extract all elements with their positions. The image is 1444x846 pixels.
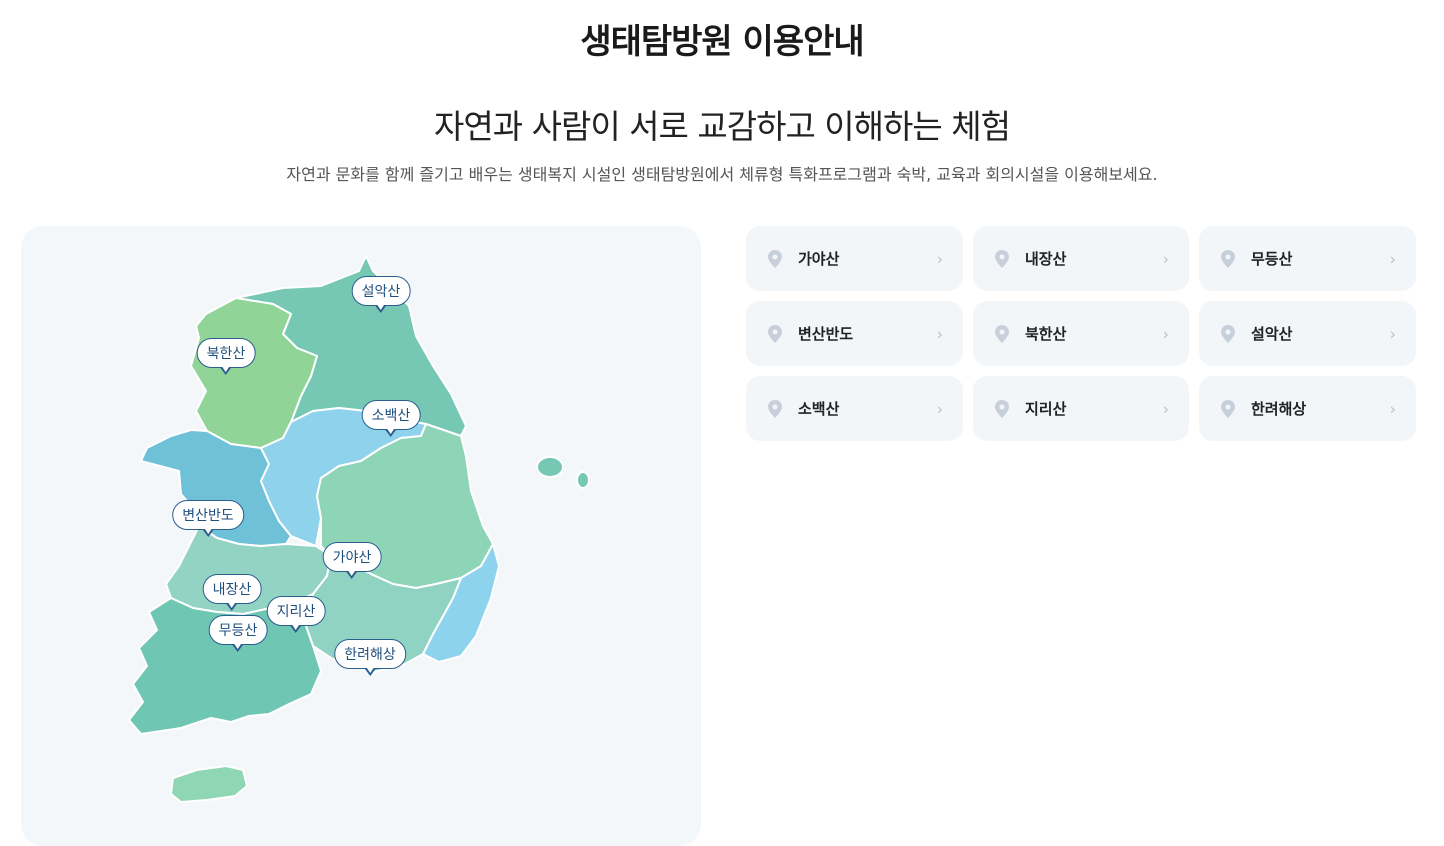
site-card-hallyeohaesang[interactable]: 한려해상 › <box>1199 376 1416 441</box>
marker-mudeungsan[interactable]: 무등산 <box>208 615 268 653</box>
site-card-sobaeksan[interactable]: 소백산 › <box>746 376 963 441</box>
marker-label: 설악산 <box>351 276 411 306</box>
chevron-right-icon: › <box>1389 399 1396 418</box>
site-card-naejangsan[interactable]: 내장산 › <box>973 226 1189 291</box>
region-jeju[interactable] <box>170 765 248 803</box>
marker-label: 가야산 <box>322 542 382 572</box>
marker-label: 변산반도 <box>172 500 244 530</box>
section-description: 자연과 문화를 함께 즐기고 배우는 생태복지 시설인 생태탐방원에서 체류형 … <box>286 165 1158 184</box>
site-card-bukhansan[interactable]: 북한산 › <box>973 301 1189 366</box>
chevron-right-icon: › <box>1162 399 1169 418</box>
chevron-right-icon: › <box>936 324 943 343</box>
map-pin-icon <box>1221 324 1235 343</box>
map-pin-icon <box>995 399 1009 418</box>
site-name: 설악산 <box>1251 325 1293 343</box>
marker-seoraksan[interactable]: 설악산 <box>351 276 411 314</box>
marker-naejangsan[interactable]: 내장산 <box>202 574 262 612</box>
korea-map-panel: 설악산 북한산 소백산 변산반도 가야산 내장산 지리산 무등산 한려해상 <box>21 226 701 846</box>
chevron-right-icon: › <box>1389 324 1396 343</box>
map-pin-icon <box>995 249 1009 268</box>
korea-map <box>128 255 590 803</box>
site-card-seoraksan[interactable]: 설악산 › <box>1199 301 1416 366</box>
marker-label: 무등산 <box>208 615 268 645</box>
page-title: 생태탐방원 이용안내 <box>580 22 864 62</box>
marker-gayasan[interactable]: 가야산 <box>322 542 382 580</box>
map-pin-icon <box>1221 399 1235 418</box>
site-card-byeonsanbando[interactable]: 변산반도 › <box>746 301 963 366</box>
map-pin-icon <box>768 324 782 343</box>
marker-label: 북한산 <box>196 338 256 368</box>
site-name: 무등산 <box>1251 250 1293 268</box>
site-name: 변산반도 <box>798 325 854 343</box>
chevron-right-icon: › <box>936 399 943 418</box>
site-name: 한려해상 <box>1251 400 1307 418</box>
marker-label: 소백산 <box>361 400 421 430</box>
site-name: 북한산 <box>1025 325 1067 343</box>
site-card-mudeungsan[interactable]: 무등산 › <box>1199 226 1416 291</box>
marker-hallyeohaesang[interactable]: 한려해상 <box>334 639 406 677</box>
marker-sobaeksan[interactable]: 소백산 <box>361 400 421 438</box>
chevron-right-icon: › <box>1389 249 1396 268</box>
island-dokdo[interactable] <box>576 471 590 489</box>
marker-byeonsanbando[interactable]: 변산반도 <box>172 500 244 538</box>
site-card-jirisan[interactable]: 지리산 › <box>973 376 1189 441</box>
site-name: 내장산 <box>1025 250 1067 268</box>
marker-label: 한려해상 <box>334 639 406 669</box>
site-card-gayasan[interactable]: 가야산 › <box>746 226 963 291</box>
island-ulleungdo[interactable] <box>536 456 564 478</box>
chevron-right-icon: › <box>1162 324 1169 343</box>
map-pin-icon <box>1221 249 1235 268</box>
map-pin-icon <box>995 324 1009 343</box>
site-list: 가야산 › 내장산 › 무등산 › 변산반도 › 북한산 › 설악산 › 소백산… <box>746 226 1416 441</box>
site-name: 소백산 <box>798 400 840 418</box>
chevron-right-icon: › <box>936 249 943 268</box>
map-pin-icon <box>768 249 782 268</box>
chevron-right-icon: › <box>1162 249 1169 268</box>
map-pin-icon <box>768 399 782 418</box>
site-name: 가야산 <box>798 250 840 268</box>
marker-label: 지리산 <box>266 596 326 626</box>
marker-jirisan[interactable]: 지리산 <box>266 596 326 634</box>
marker-label: 내장산 <box>202 574 262 604</box>
section-subtitle: 자연과 사람이 서로 교감하고 이해하는 체험 <box>434 107 1011 146</box>
marker-bukhansan[interactable]: 북한산 <box>196 338 256 376</box>
site-name: 지리산 <box>1025 400 1067 418</box>
